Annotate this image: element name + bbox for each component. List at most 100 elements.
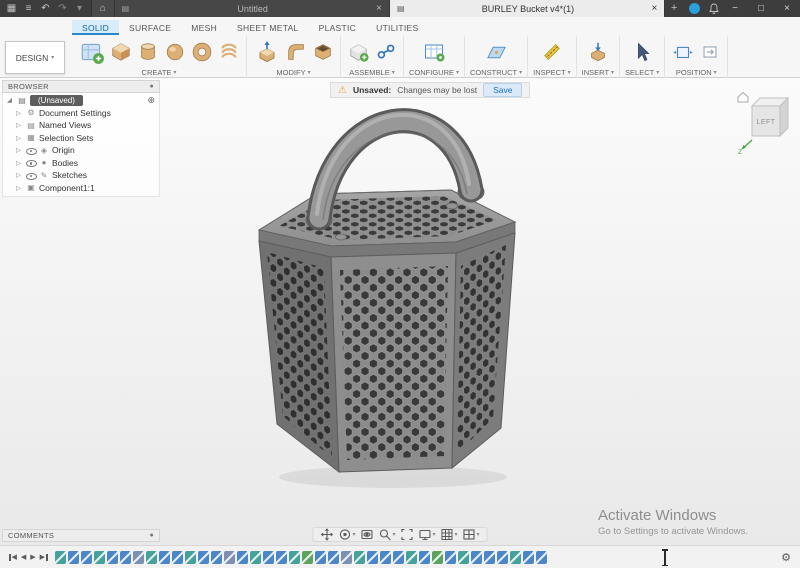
expander-open-icon[interactable]: ◢ bbox=[7, 96, 14, 104]
fillet-icon[interactable] bbox=[283, 39, 308, 65]
expander-icon[interactable]: ▷ bbox=[16, 184, 23, 192]
position-menu[interactable]: POSITION ▾ bbox=[676, 68, 717, 77]
document-tab-burley-bucket[interactable]: ▤ BURLEY Bucket v4*(1) × bbox=[389, 0, 666, 17]
avatar[interactable] bbox=[689, 3, 700, 14]
configure-menu[interactable]: CONFIGURE ▾ bbox=[409, 68, 459, 77]
model-hex-bucket[interactable] bbox=[243, 94, 533, 494]
document-tab-untitled[interactable]: ▤ Untitled × bbox=[114, 0, 390, 17]
menu-icon[interactable]: ≡ bbox=[21, 0, 36, 17]
select-cursor-icon[interactable] bbox=[630, 39, 655, 65]
timeline-feature-icon[interactable] bbox=[392, 550, 404, 564]
minimize-button[interactable]: − bbox=[722, 0, 748, 17]
add-icon[interactable]: ⊕ bbox=[147, 95, 155, 106]
app-menu-icon[interactable]: ▦ bbox=[4, 0, 19, 17]
visibility-eye-icon[interactable] bbox=[26, 146, 37, 155]
tab-surface[interactable]: SURFACE bbox=[119, 20, 181, 35]
notifications-bell-icon[interactable] bbox=[706, 3, 722, 14]
tab-solid[interactable]: SOLID bbox=[72, 20, 120, 35]
timeline-feature-icon[interactable] bbox=[275, 550, 287, 564]
fit-icon[interactable] bbox=[400, 528, 413, 541]
construct-menu[interactable]: CONSTRUCT ▾ bbox=[470, 68, 522, 77]
orbit-icon[interactable]: ▾ bbox=[338, 528, 355, 541]
tab-sheet-metal[interactable]: SHEET METAL bbox=[227, 20, 309, 35]
timeline-feature-icon[interactable] bbox=[262, 550, 274, 564]
timeline-feature-icon[interactable] bbox=[210, 550, 222, 564]
browser-item-sketches[interactable]: ▷ ✎ Sketches bbox=[3, 169, 159, 182]
timeline-feature-icon[interactable] bbox=[509, 550, 521, 564]
view-cube[interactable]: LEFT Z bbox=[734, 86, 792, 161]
look-at-icon[interactable] bbox=[360, 528, 373, 541]
timeline-feature-icon[interactable] bbox=[67, 550, 79, 564]
timeline-feature-icon[interactable] bbox=[314, 550, 326, 564]
configure-icon[interactable] bbox=[420, 39, 449, 65]
timeline-feature-icon[interactable] bbox=[444, 550, 456, 564]
timeline-feature-icon[interactable] bbox=[119, 550, 131, 564]
expander-icon[interactable]: ▷ bbox=[16, 121, 23, 129]
pan-icon[interactable] bbox=[320, 528, 334, 541]
timeline-feature-icon[interactable] bbox=[340, 550, 352, 564]
timeline-feature-icon[interactable] bbox=[483, 550, 495, 564]
revert-position-icon[interactable] bbox=[697, 39, 722, 65]
undo-icon[interactable]: ↶ bbox=[38, 0, 53, 17]
new-component-icon[interactable] bbox=[346, 39, 371, 65]
timeline-feature-icon[interactable] bbox=[301, 550, 313, 564]
expander-icon[interactable]: ▷ bbox=[16, 171, 23, 179]
step-back-button[interactable]: ◀ bbox=[21, 553, 26, 561]
visibility-eye-icon[interactable] bbox=[26, 171, 37, 180]
press-pull-icon[interactable] bbox=[252, 39, 281, 65]
modify-menu[interactable]: MODIFY ▾ bbox=[276, 68, 310, 77]
timeline-feature-icon[interactable] bbox=[93, 550, 105, 564]
inspect-menu[interactable]: INSPECT ▾ bbox=[533, 68, 571, 77]
measure-icon[interactable] bbox=[539, 39, 564, 65]
timeline-feature-icon[interactable] bbox=[236, 550, 248, 564]
insert-icon[interactable] bbox=[585, 39, 610, 65]
timeline-feature-icon[interactable] bbox=[522, 550, 534, 564]
expander-icon[interactable]: ▷ bbox=[16, 159, 23, 167]
timeline-feature-icon[interactable] bbox=[353, 550, 365, 564]
grid-settings-icon[interactable]: ▾ bbox=[441, 528, 458, 541]
save-button[interactable]: Save bbox=[483, 83, 523, 97]
box-icon[interactable] bbox=[108, 39, 133, 65]
create-sketch-icon[interactable] bbox=[77, 39, 106, 65]
timeline-feature-icon[interactable] bbox=[470, 550, 482, 564]
redo-icon[interactable]: ↷ bbox=[55, 0, 70, 17]
browser-item-component[interactable]: ▷ ▣ Component1:1 bbox=[3, 182, 159, 195]
expander-icon[interactable]: ▷ bbox=[16, 109, 23, 117]
insert-menu[interactable]: INSERT ▾ bbox=[582, 68, 614, 77]
timeline-feature-icon[interactable] bbox=[496, 550, 508, 564]
expander-icon[interactable]: ▷ bbox=[16, 134, 23, 142]
torus-icon[interactable] bbox=[189, 39, 214, 65]
timeline-feature-icon[interactable] bbox=[405, 550, 417, 564]
timeline-feature-icon[interactable] bbox=[535, 550, 547, 564]
capture-position-icon[interactable] bbox=[670, 39, 695, 65]
construction-plane-icon[interactable] bbox=[484, 39, 509, 65]
comments-header[interactable]: COMMENTS ● bbox=[2, 529, 160, 542]
timeline-feature-icon[interactable] bbox=[54, 550, 66, 564]
shell-icon[interactable] bbox=[310, 39, 335, 65]
timeline-feature-icon[interactable] bbox=[80, 550, 92, 564]
create-menu[interactable]: CREATE ▾ bbox=[142, 68, 177, 77]
new-tab-button[interactable]: + bbox=[665, 0, 683, 17]
sphere-icon[interactable] bbox=[162, 39, 187, 65]
tab-mesh[interactable]: MESH bbox=[181, 20, 227, 35]
select-menu[interactable]: SELECT ▾ bbox=[625, 68, 659, 77]
close-tab-icon[interactable]: × bbox=[651, 3, 657, 14]
timeline-feature-icon[interactable] bbox=[327, 550, 339, 564]
browser-item-selection-sets[interactable]: ▷ ▦ Selection Sets bbox=[3, 132, 159, 145]
assemble-menu[interactable]: ASSEMBLE ▾ bbox=[349, 68, 394, 77]
close-window-button[interactable]: × bbox=[774, 0, 800, 17]
timeline-feature-icon[interactable] bbox=[106, 550, 118, 564]
joint-icon[interactable] bbox=[373, 39, 398, 65]
cylinder-icon[interactable] bbox=[135, 39, 160, 65]
timeline-feature-icon[interactable] bbox=[184, 550, 196, 564]
timeline-feature-icon[interactable] bbox=[249, 550, 261, 564]
browser-header[interactable]: BROWSER ● bbox=[2, 80, 160, 93]
timeline-feature-icon[interactable] bbox=[132, 550, 144, 564]
browser-item-bodies[interactable]: ▷ ● Bodies bbox=[3, 157, 159, 170]
browser-item-document-settings[interactable]: ▷ ⚙ Document Settings bbox=[3, 107, 159, 120]
close-tab-icon[interactable]: × bbox=[376, 3, 382, 14]
skip-to-end-button[interactable]: ▶ bbox=[40, 553, 48, 561]
visibility-eye-icon[interactable] bbox=[26, 158, 37, 168]
timeline-feature-icon[interactable] bbox=[379, 550, 391, 564]
timeline-feature-icon[interactable] bbox=[197, 550, 209, 564]
